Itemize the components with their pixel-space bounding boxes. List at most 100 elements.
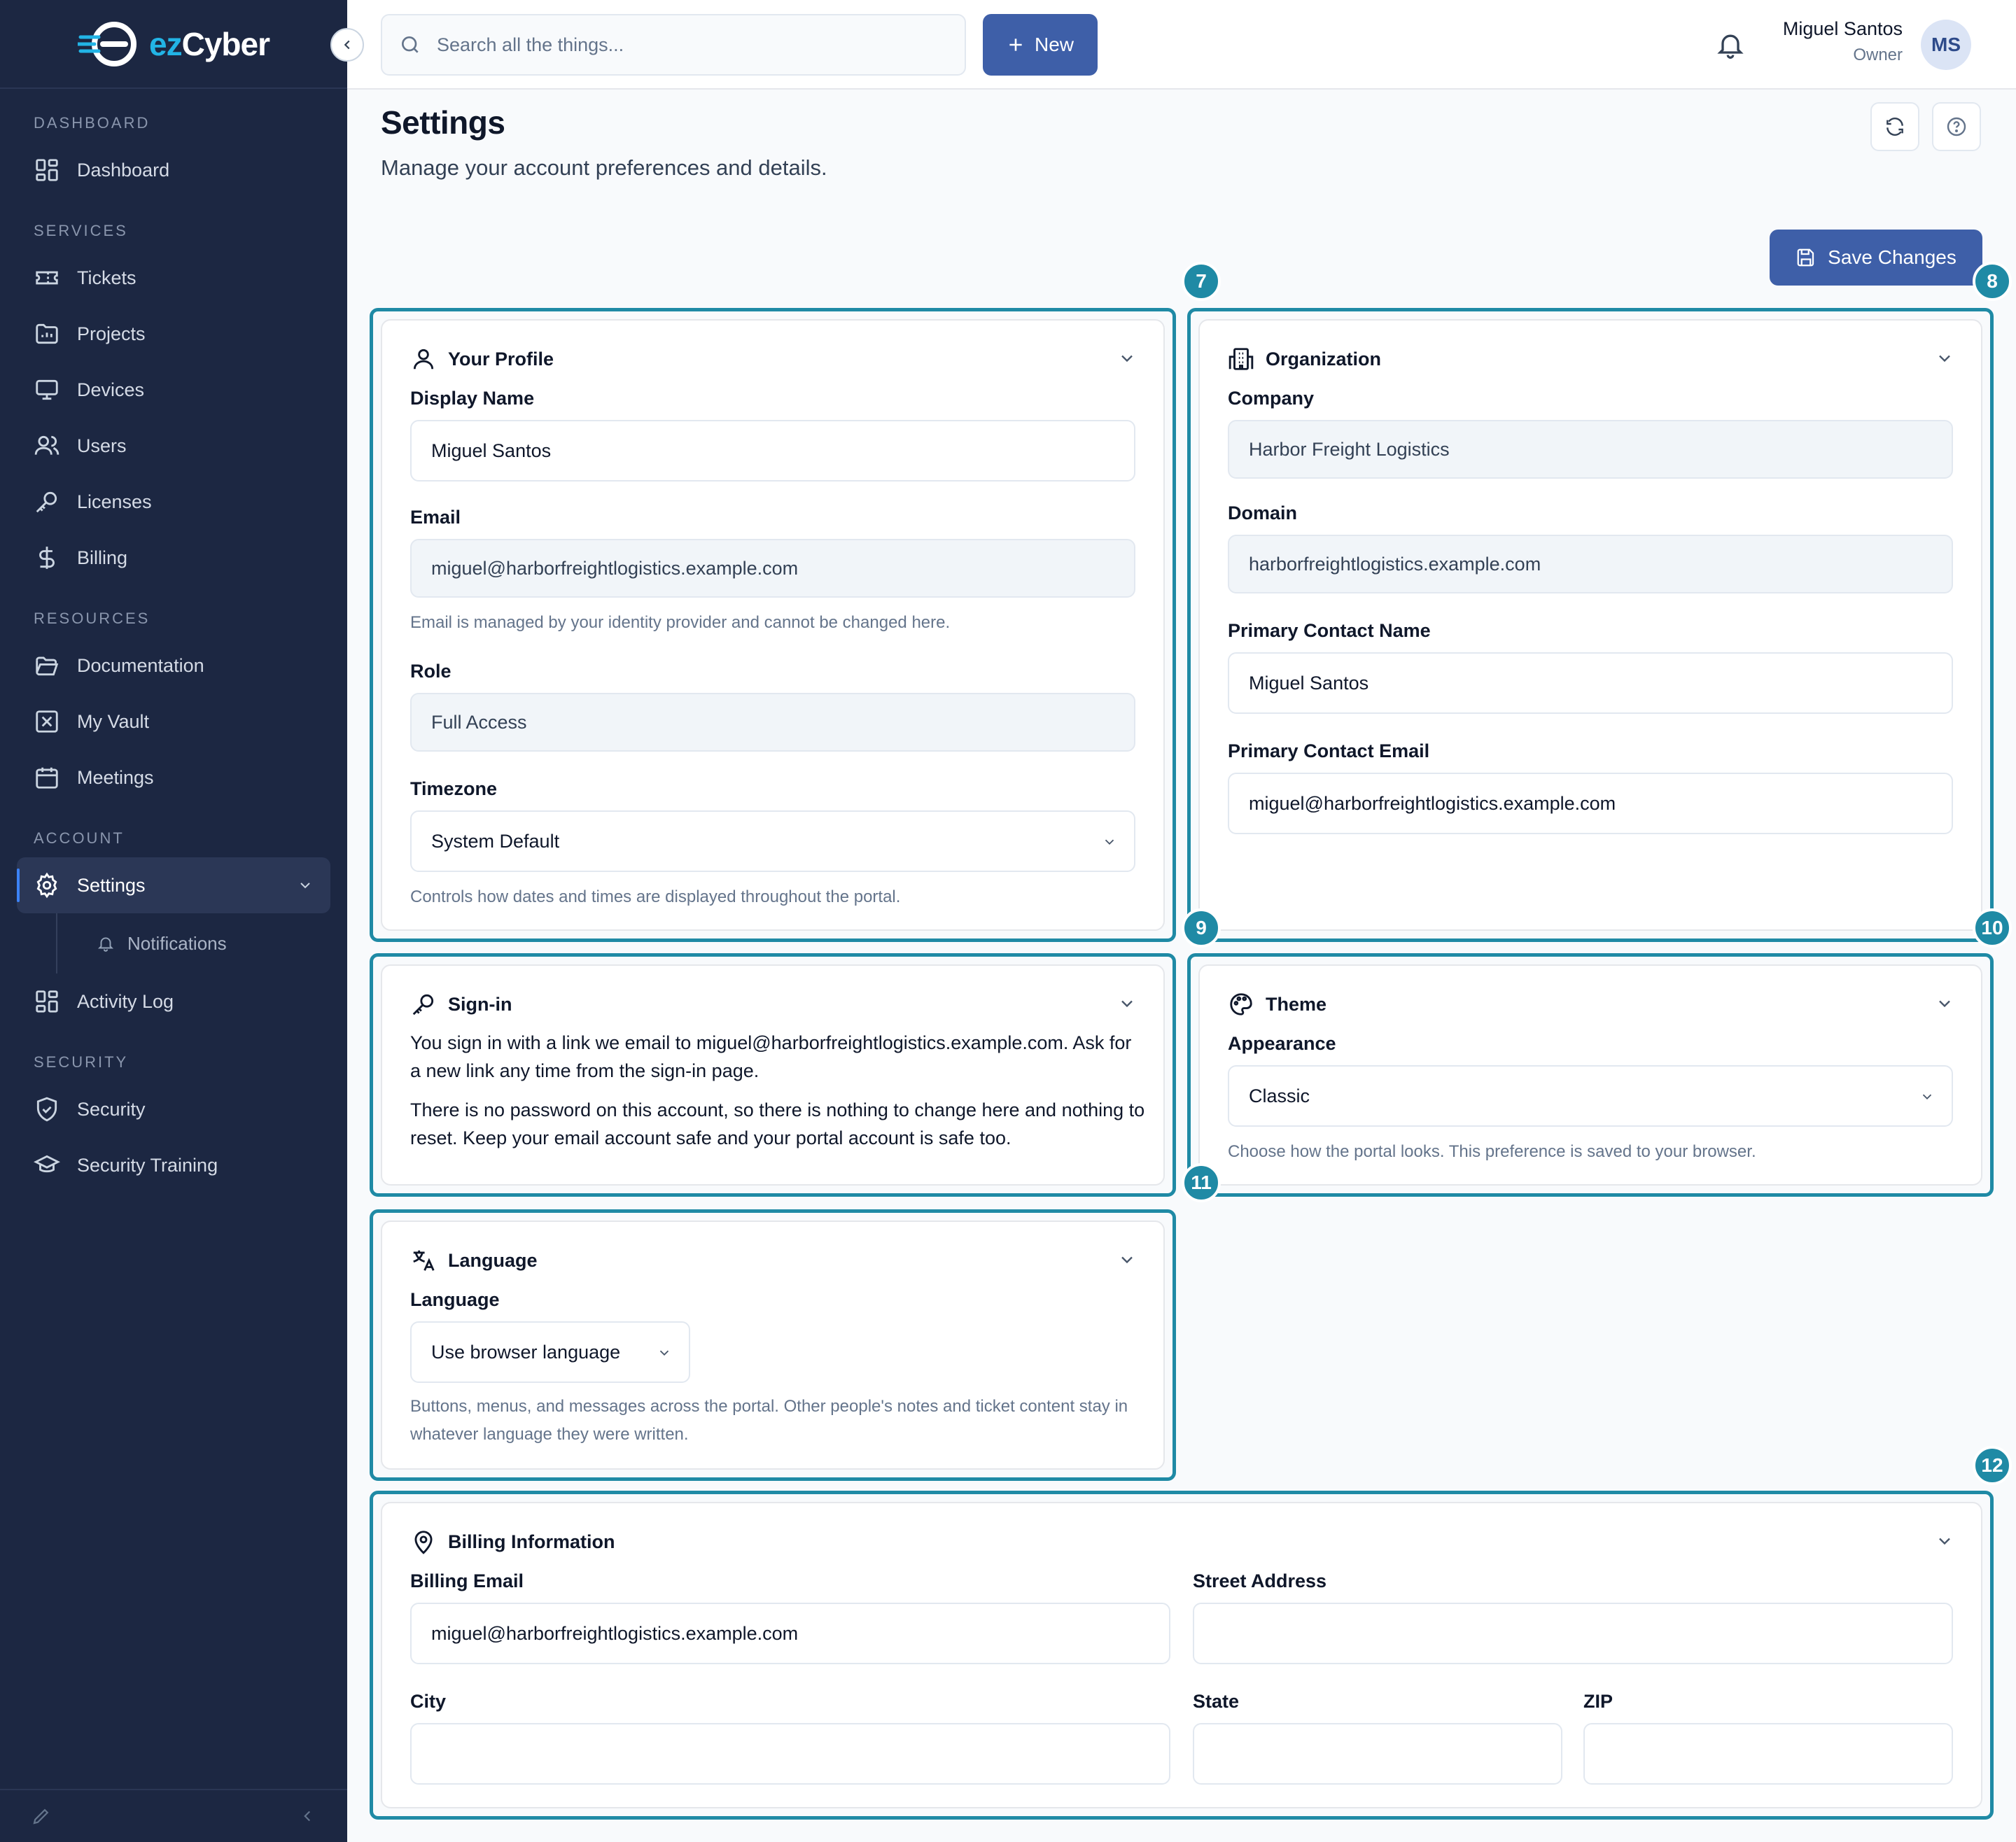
billing-card-title: Billing Information [448,1531,615,1552]
search-input[interactable] [437,34,927,56]
billing-card: Billing Information Billing Email miguel… [381,1502,1982,1808]
state-field[interactable] [1193,1723,1562,1785]
chevron-down-icon [1105,839,1114,845]
sidebar-item-label: Documentation [77,654,204,676]
sidebar-item-meetings[interactable]: Meetings [17,750,330,806]
display-name-label: Display Name [410,388,535,409]
avatar[interactable]: MS [1921,20,1971,70]
chevron-left-icon[interactable] [298,1807,316,1825]
sidebar-item-projects[interactable]: Projects [17,306,330,362]
theme-card-header[interactable]: Theme [1228,991,1326,1018]
top-header: New Miguel Santos Owner MS [347,0,2016,90]
sidebar-item-security-training[interactable]: Security Training [17,1137,330,1193]
sidebar-item-dashboard[interactable]: Dashboard [17,142,330,198]
key-icon [36,491,57,513]
timezone-value: System Default [431,830,560,852]
help-button[interactable] [1932,102,1981,151]
sidebar-item-settings[interactable]: Settings [17,857,330,913]
sidebar-item-label: Projects [77,323,146,344]
billing-email-label: Billing Email [410,1570,524,1591]
annotation-badge-12: 12 [1973,1446,2012,1485]
sidebar: ezCyber DASHBOARD Dashboard SERVICES Tic… [0,0,347,1842]
chevron-down-icon[interactable] [1935,349,1954,368]
street-address-label: Street Address [1193,1570,1327,1591]
sidebar-item-notifications[interactable]: Notifications [56,913,330,973]
display-name-field[interactable]: Miguel Santos [410,420,1135,481]
refresh-button[interactable] [1870,102,1919,151]
theme-card-title: Theme [1266,993,1327,1015]
save-changes-button[interactable]: Save Changes [1770,230,1982,286]
chevron-down-icon[interactable] [1935,994,1954,1013]
annotation-badge-8: 8 [1973,262,2012,301]
chevron-down-icon[interactable] [1935,1531,1954,1551]
chevron-down-icon[interactable] [1117,349,1137,368]
user-role: Owner [1853,45,1903,64]
sidebar-item-devices[interactable]: Devices [17,362,330,418]
language-value: Use browser language [431,1341,621,1363]
page-subtitle: Manage your account preferences and deta… [381,155,827,180]
ezcyber-logo[interactable]: ezCyber [78,19,270,69]
sidebar-item-label: Security [77,1098,146,1120]
chevron-down-icon [659,1350,669,1356]
sidebar-item-vault[interactable]: My Vault [17,694,330,750]
billing-email-field[interactable]: miguel@harborfreightlogistics.example.co… [410,1603,1170,1664]
search-box[interactable] [381,14,966,76]
pencil-icon[interactable] [31,1806,52,1827]
sidebar-item-label: Meetings [77,766,154,788]
language-card-header[interactable]: Language [410,1247,538,1274]
sidebar-item-tickets[interactable]: Tickets [17,250,330,306]
primary-contact-name-field[interactable]: Miguel Santos [1228,652,1953,714]
sidebar-collapse-button[interactable] [330,28,364,62]
activity-grid-icon [36,990,58,1013]
sidebar-item-activity-log[interactable]: Activity Log [17,973,330,1029]
city-field[interactable] [410,1723,1170,1785]
save-changes-label: Save Changes [1828,246,1956,268]
palette-icon [1230,993,1252,1015]
organization-card-header[interactable]: Organization [1228,346,1381,372]
language-label: Language [410,1289,500,1310]
sidebar-item-billing[interactable]: Billing [17,530,330,586]
sidebar-item-label: Users [77,435,127,456]
street-address-field[interactable] [1193,1603,1953,1664]
sidebar-item-users[interactable]: Users [17,418,330,474]
email-hint: Email is managed by your identity provid… [410,613,951,632]
sidebar-item-label: Activity Log [77,990,174,1012]
chevron-down-icon[interactable] [1117,994,1137,1013]
map-pin-icon [414,1531,433,1554]
chevron-left-icon [344,40,350,50]
primary-contact-email-field[interactable]: miguel@harborfreightlogistics.example.co… [1228,773,1953,834]
chevron-down-icon [1922,1094,1932,1100]
sidebar-item-licenses[interactable]: Licenses [17,474,330,530]
language-hint: Buttons, menus, and messages across the … [410,1397,1128,1444]
calendar-icon [36,767,58,789]
sidebar-item-documentation[interactable]: Documentation [17,638,330,694]
billing-card-header[interactable]: Billing Information [410,1528,615,1555]
help-circle-icon [1947,117,1966,136]
new-button[interactable]: New [983,14,1098,76]
language-select[interactable]: Use browser language [410,1321,690,1383]
zip-field[interactable] [1583,1723,1953,1785]
language-card: Language Language Use browser language B… [381,1221,1165,1470]
signin-card-header[interactable]: Sign-in [410,991,512,1018]
notifications-bell-icon[interactable] [1715,29,1746,60]
section-account: ACCOUNT [34,829,125,847]
users-icon [34,435,59,455]
bell-icon [97,937,114,952]
chevron-down-icon[interactable] [1117,1250,1137,1270]
chevron-down-icon[interactable] [297,877,314,894]
logo-area: ezCyber [0,0,347,89]
sidebar-item-security[interactable]: Security [17,1081,330,1137]
timezone-label: Timezone [410,778,498,799]
section-dashboard: DASHBOARD [34,114,150,132]
state-label: State [1193,1691,1240,1712]
profile-card-header[interactable]: Your Profile [410,346,554,372]
timezone-select[interactable]: System Default [410,810,1135,872]
logo-text: ezCyber [149,25,270,62]
sidebar-item-label: My Vault [77,710,150,732]
signin-card: Sign-in You sign in with a link we email… [381,964,1165,1186]
user-menu[interactable]: Miguel Santos Owner [1783,18,1903,65]
language-card-title: Language [448,1249,538,1271]
ticket-icon [36,271,58,285]
appearance-select[interactable]: Classic [1228,1065,1953,1127]
domain-label: Domain [1228,502,1298,523]
